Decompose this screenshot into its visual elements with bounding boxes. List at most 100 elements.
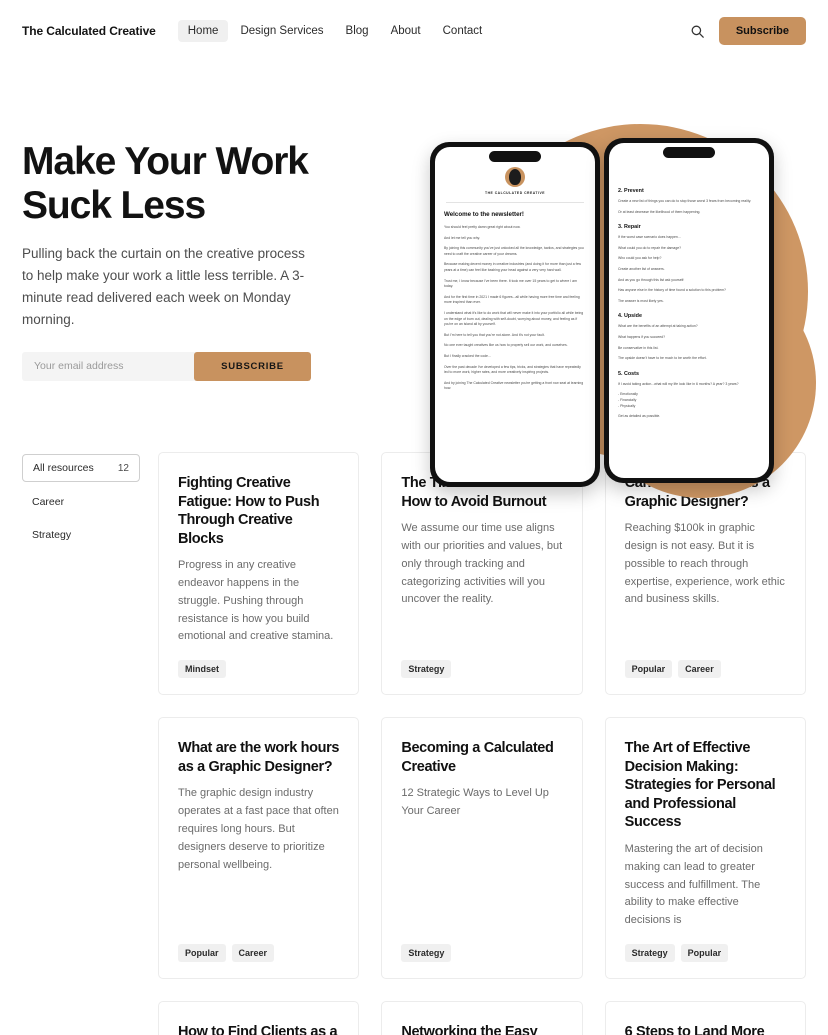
newsletter-paragraph: The answer is most likely yes. xyxy=(618,298,664,303)
card-tags: Mindset xyxy=(178,646,339,679)
filter-label: Career xyxy=(32,496,65,508)
nav-link-about[interactable]: About xyxy=(381,20,431,42)
card-title: The Art of Effective Decision Making: St… xyxy=(624,740,776,831)
nav-link-blog[interactable]: Blog xyxy=(336,20,379,42)
filter-all-resources[interactable]: All resources 12 xyxy=(22,454,140,482)
phone-left-screen: THE CALCULATED CREATIVE Welcome to the n… xyxy=(435,147,595,482)
newsletter-paragraph: Create another list of answers. xyxy=(618,266,665,271)
newsletter-paragraph: I understand what it's like to do work t… xyxy=(444,310,584,327)
newsletter-paragraph: But I'm here to tell you that you're not… xyxy=(444,332,545,337)
tag[interactable]: Mindset xyxy=(178,660,227,679)
nav-subscribe-button[interactable]: Subscribe xyxy=(718,17,806,45)
newsletter-paragraph: And let me tell you why. xyxy=(444,235,481,240)
card-description: Reaching $100k in graphic design is not … xyxy=(624,522,785,606)
tag[interactable]: Popular xyxy=(624,660,673,679)
email-input[interactable] xyxy=(22,351,194,381)
newsletter-paragraph: What happens if you succeed? xyxy=(618,334,666,339)
resources-section-row-3: How to Find Clients as a Creative Freela… xyxy=(0,1001,828,1035)
newsletter-section-heading: 2. Prevent xyxy=(618,188,644,194)
search-icon[interactable] xyxy=(690,24,705,39)
nav-links: Home Design Services Blog About Contact xyxy=(177,20,493,42)
tag[interactable]: Popular xyxy=(178,944,226,963)
card-tags: Popular Career xyxy=(624,646,786,679)
card-description: 12 Strategic Ways to Level Up Your Caree… xyxy=(401,787,549,818)
card-title: Becoming a Calculated Creative xyxy=(401,740,554,775)
resource-card[interactable]: Becoming a Calculated Creative 12 Strate… xyxy=(381,717,583,980)
card-tags: Strategy xyxy=(401,930,562,963)
newsletter-signup-form: SUBSCRIBE xyxy=(22,351,311,381)
newsletter-paragraph: And as you go through this list ask your… xyxy=(618,277,685,282)
divider xyxy=(446,202,584,203)
card-tags: Strategy xyxy=(401,646,562,679)
newsletter-paragraph: If I avoid taking action...what will my … xyxy=(618,381,739,386)
resource-card[interactable]: How to Find Clients as a Creative Freela… xyxy=(158,1001,360,1035)
hero-title: Make Your Work Suck Less xyxy=(22,140,352,227)
resource-card[interactable]: Fighting Creative Fatigue: How to Push T… xyxy=(158,452,360,696)
tag[interactable]: Career xyxy=(678,660,721,679)
site-logo[interactable]: The Calculated Creative xyxy=(22,24,156,38)
tag[interactable]: Strategy xyxy=(401,660,452,679)
phone-right-screen: 2. Prevent Create a new list of things y… xyxy=(609,143,769,478)
newsletter-phone-mockup-illustration: THE CALCULATED CREATIVE Welcome to the n… xyxy=(426,118,816,518)
top-navigation-bar: The Calculated Creative Home Design Serv… xyxy=(0,0,828,62)
newsletter-paragraph: What could you do to repair the damage? xyxy=(618,245,682,250)
newsletter-paragraph: But I finally cracked the code... xyxy=(444,353,491,358)
filter-count: 12 xyxy=(117,462,129,474)
resources-section: All resources 12 Career Strategy Fightin… xyxy=(0,452,828,980)
nav-link-design-services[interactable]: Design Services xyxy=(230,20,333,42)
phone-mockup-right: 2. Prevent Create a new list of things y… xyxy=(604,138,774,483)
nav-actions: Subscribe xyxy=(690,17,806,45)
tag[interactable]: Strategy xyxy=(401,944,452,963)
newsletter-paragraph: No one ever taught creatives like us how… xyxy=(444,343,568,348)
card-description: The graphic design industry operates at … xyxy=(178,787,339,871)
newsletter-paragraph: Get as detailed as possible. xyxy=(618,414,661,419)
tag[interactable]: Popular xyxy=(680,944,729,963)
newsletter-paragraph: And for the first time in 2021 I made 6 … xyxy=(444,294,580,305)
card-title: What are the work hours as a Graphic Des… xyxy=(178,740,340,775)
resource-card-grid: Fighting Creative Fatigue: How to Push T… xyxy=(158,452,806,980)
tag[interactable]: Strategy xyxy=(624,944,675,963)
newsletter-section-heading: 5. Costs xyxy=(618,370,639,377)
newsletter-paragraph: Has anyone else in the history of time f… xyxy=(618,288,726,293)
newsletter-paragraph: You should feel pretty damn great right … xyxy=(444,225,521,229)
filter-label: All resources xyxy=(33,462,94,474)
newsletter-paragraph: - Physically xyxy=(618,403,636,408)
newsletter-paragraph: Create a new list of things you can do t… xyxy=(618,199,752,203)
resource-filter-list: All resources 12 Career Strategy xyxy=(22,452,140,979)
hero-subtitle: Pulling back the curtain on the creative… xyxy=(22,246,305,327)
resource-card[interactable]: Networking the Easy Way A 6 Step Guide t… xyxy=(381,1001,583,1035)
phone-mockup-left: THE CALCULATED CREATIVE Welcome to the n… xyxy=(430,142,600,487)
hero-copy: Make Your Work Suck Less Pulling back th… xyxy=(22,140,352,381)
newsletter-section-heading: 4. Upside xyxy=(618,313,642,320)
filter-strategy[interactable]: Strategy xyxy=(22,522,140,548)
hero-subscribe-button[interactable]: SUBSCRIBE xyxy=(194,351,311,381)
resource-card[interactable]: 6 Steps to Land More Paying Clients Jobs… xyxy=(604,1001,806,1035)
newsletter-paragraph: What are the benefits of an attempt at t… xyxy=(618,324,698,329)
hero-section: Make Your Work Suck Less Pulling back th… xyxy=(0,62,828,498)
resource-card[interactable]: What are the work hours as a Graphic Des… xyxy=(158,717,360,980)
card-description: Mastering the art of decision making can… xyxy=(624,842,763,927)
card-description: We assume our time use aligns with our p… xyxy=(401,522,563,606)
hero-title-line-2: Suck Less xyxy=(22,183,206,227)
newsletter-heading: Welcome to the newsletter! xyxy=(444,211,524,218)
newsletter-brand: THE CALCULATED CREATIVE xyxy=(485,191,545,195)
newsletter-paragraph: Who could you ask for help? xyxy=(618,256,662,261)
newsletter-avatar-icon xyxy=(505,167,525,187)
newsletter-paragraph: By joining this community you've just un… xyxy=(444,246,584,256)
phone-notch-right xyxy=(663,147,715,158)
filter-spacer xyxy=(22,1001,140,1035)
card-tags: Strategy Popular xyxy=(624,930,786,963)
newsletter-section-heading: 3. Repair xyxy=(618,224,641,231)
hero-title-line-1: Make Your Work xyxy=(22,140,309,183)
tag[interactable]: Career xyxy=(231,944,275,963)
nav-link-contact[interactable]: Contact xyxy=(433,20,493,42)
resource-card-grid-row-3: How to Find Clients as a Creative Freela… xyxy=(158,1001,806,1035)
card-title: 6 Steps to Land More Paying Clients xyxy=(624,1024,765,1035)
filter-label: Strategy xyxy=(32,529,72,541)
resource-card[interactable]: The Art of Effective Decision Making: St… xyxy=(604,717,806,980)
nav-link-home[interactable]: Home xyxy=(177,20,229,42)
card-title: How to Find Clients as a Creative Freela… xyxy=(178,1024,338,1035)
filter-career[interactable]: Career xyxy=(22,489,140,515)
newsletter-paragraph: If the worst case scenario does happen..… xyxy=(618,235,681,240)
newsletter-paragraph: Be conservative in this list. xyxy=(618,345,659,350)
